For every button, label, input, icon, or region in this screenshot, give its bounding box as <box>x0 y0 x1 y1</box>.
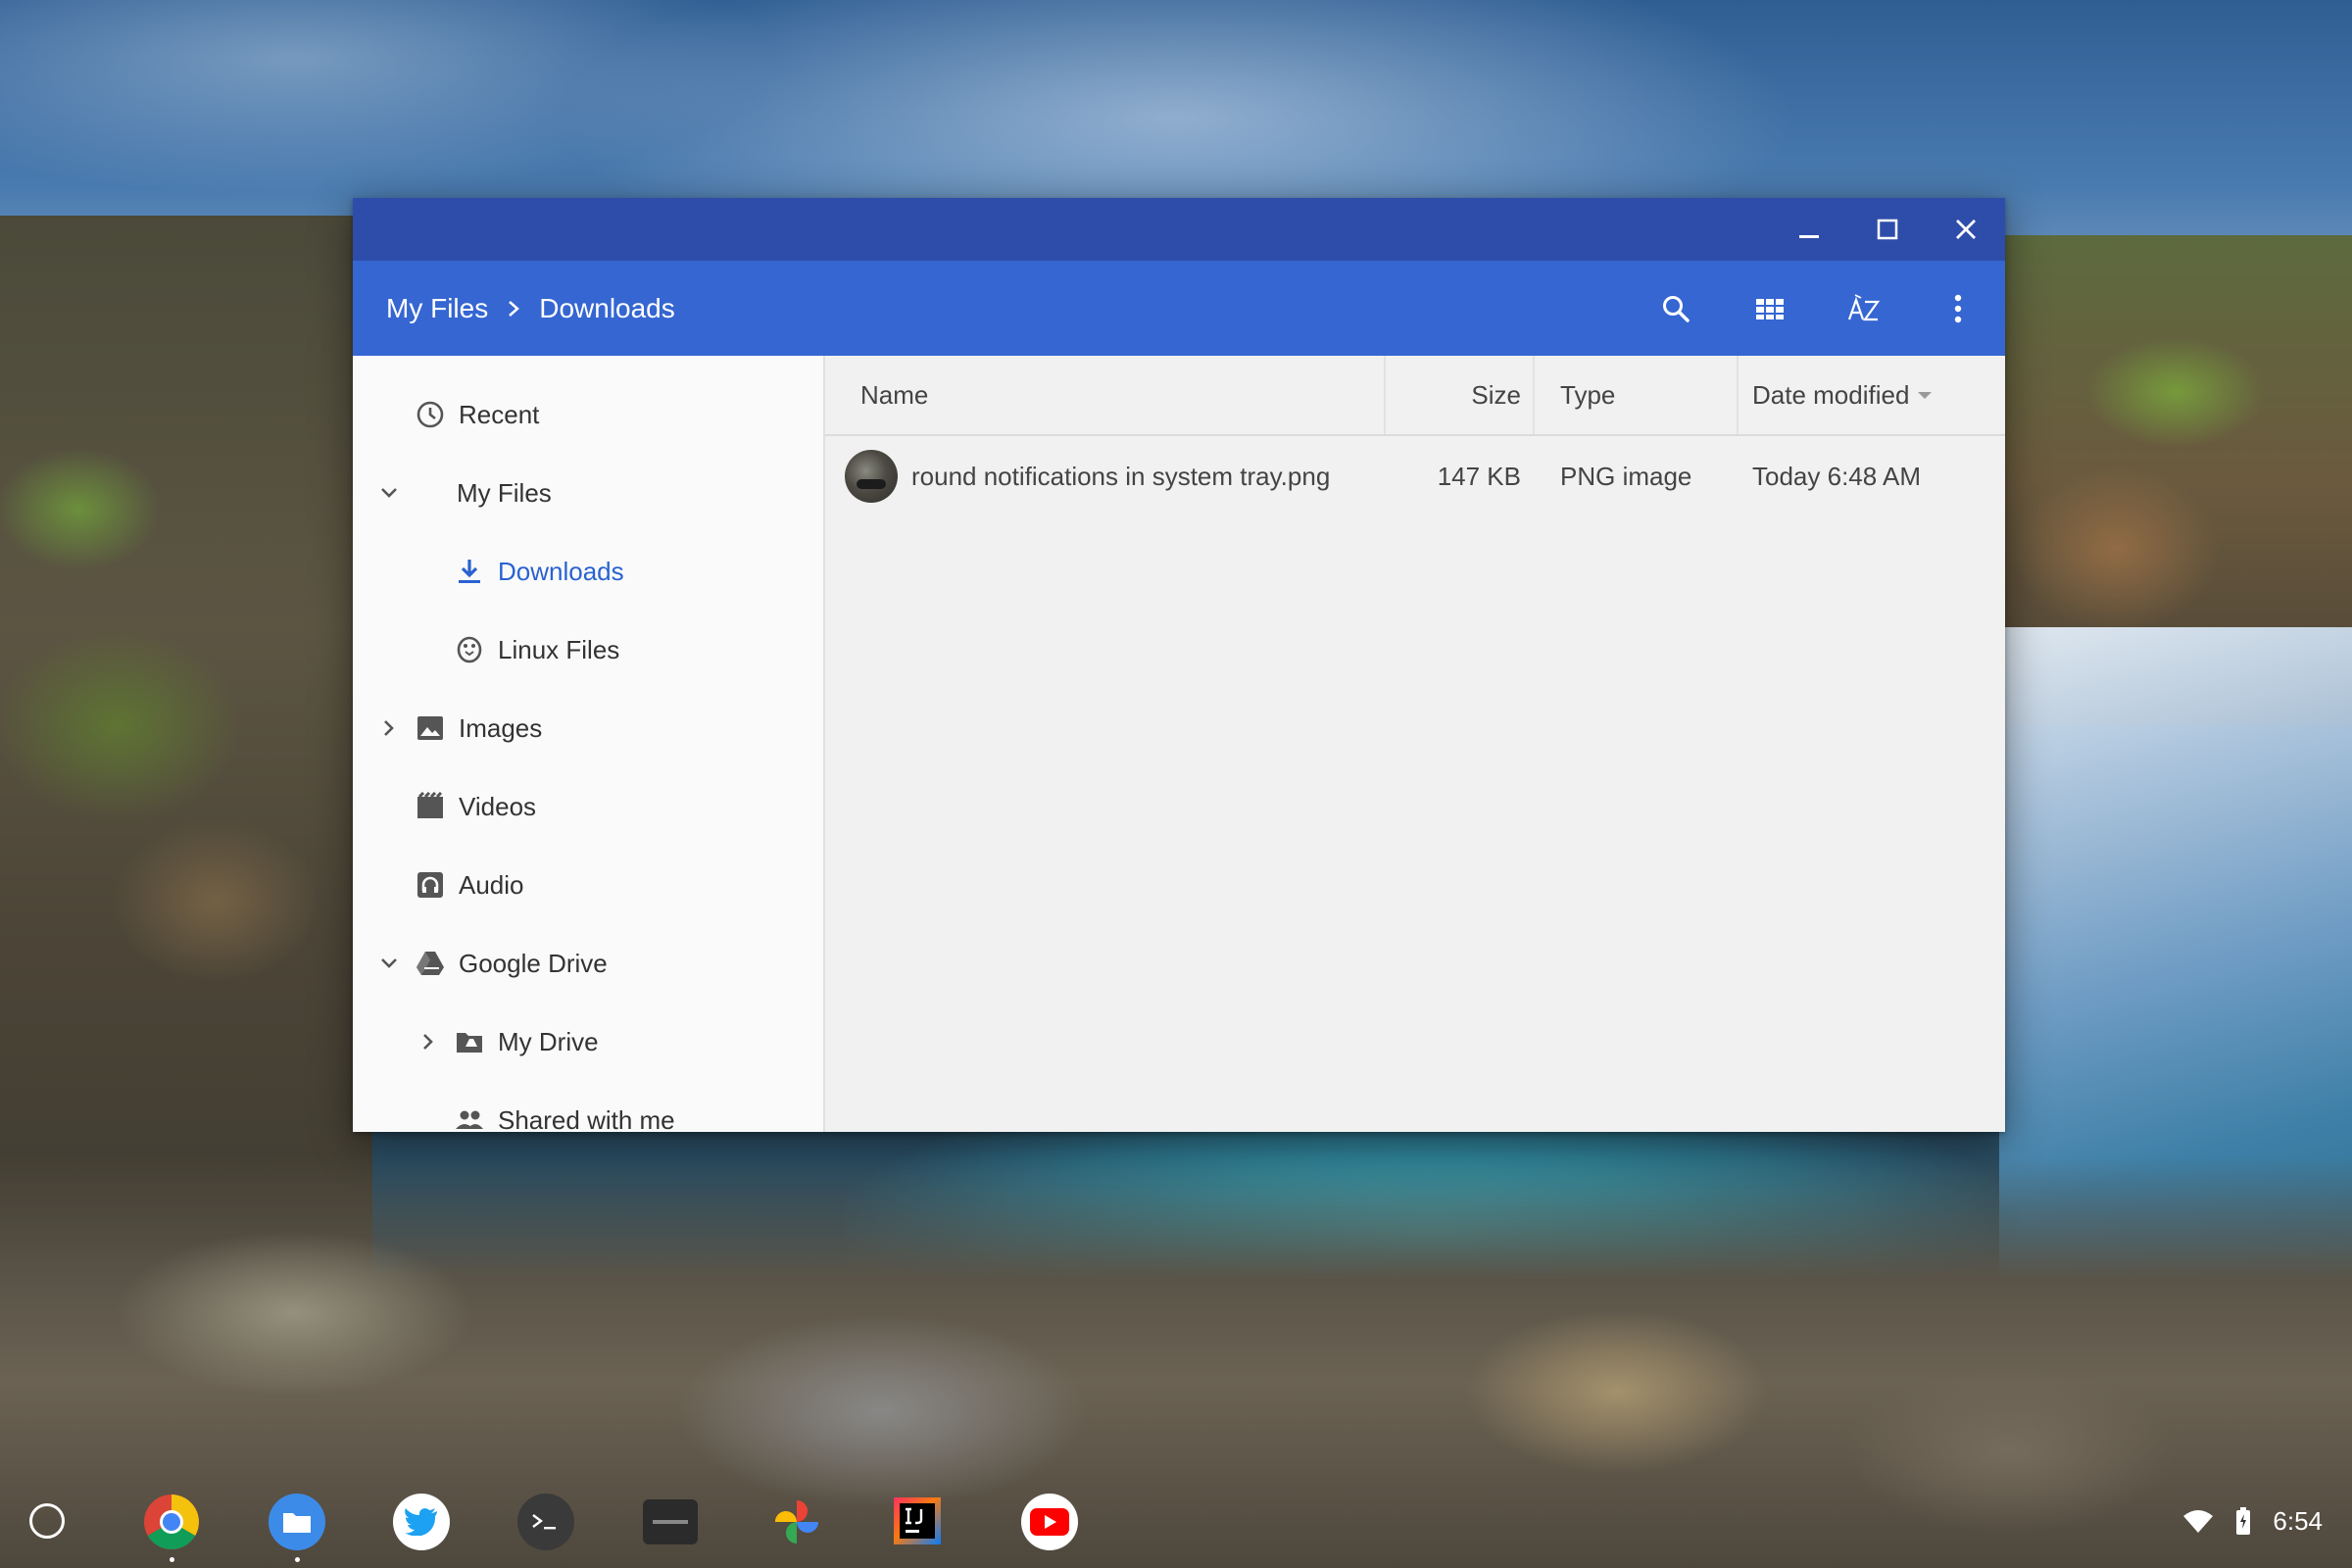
file-date: Today 6:48 AM <box>1752 461 1921 491</box>
grid-view-button[interactable] <box>1723 261 1817 356</box>
sidebar-item-label: My Drive <box>498 1026 599 1056</box>
image-icon <box>414 711 447 745</box>
chevron-right-icon[interactable] <box>414 1027 443 1056</box>
sidebar-item-label: Shared with me <box>498 1104 675 1133</box>
file-name: round notifications in system tray.png <box>911 461 1331 491</box>
headphones-icon <box>414 868 447 902</box>
column-header-name[interactable]: Name <box>860 356 928 434</box>
toolbar-actions <box>1629 261 2005 356</box>
file-list: Name Size Type Date modified round notif… <box>825 356 2005 1132</box>
maximize-icon <box>1877 219 1898 240</box>
chevron-down-icon[interactable] <box>374 949 404 978</box>
terminal-icon[interactable] <box>517 1494 574 1550</box>
sidebar-item-images[interactable]: Images <box>374 689 542 767</box>
wifi-icon <box>2182 1508 2214 1534</box>
breadcrumb-downloads[interactable]: Downloads <box>539 293 675 324</box>
file-size: 147 KB <box>1437 461 1521 491</box>
file-type: PNG image <box>1560 461 1692 491</box>
column-divider[interactable] <box>1737 356 1739 434</box>
drive-icon <box>414 947 447 980</box>
penguin-icon <box>453 633 486 666</box>
sidebar-item-label: Videos <box>459 791 537 821</box>
sidebar-item-linux-files[interactable]: Linux Files <box>453 611 619 689</box>
sidebar-item-recent[interactable]: Recent <box>414 375 539 454</box>
battery-charging-icon <box>2235 1507 2251 1535</box>
drive-folder-icon <box>453 1025 486 1058</box>
sidebar-item-downloads[interactable]: Downloads <box>453 532 624 611</box>
sort-button[interactable] <box>1817 261 1911 356</box>
file-name-cell: round notifications in system tray.png <box>845 436 1330 516</box>
sidebar-item-shared-with-me[interactable]: Shared with me <box>453 1081 675 1132</box>
running-indicator <box>295 1557 300 1562</box>
search-icon <box>1663 295 1690 322</box>
minimize-button[interactable] <box>1770 198 1848 261</box>
close-icon <box>1956 220 1976 239</box>
running-indicator <box>170 1557 174 1562</box>
clock-icon <box>414 398 447 431</box>
more-options-button[interactable] <box>1911 261 2005 356</box>
sidebar-item-label: Downloads <box>498 556 624 586</box>
file-row[interactable]: round notifications in system tray.png 1… <box>825 436 2005 516</box>
launcher-button[interactable] <box>29 1503 65 1539</box>
sidebar-item-videos[interactable]: Videos <box>414 767 536 846</box>
chevron-right-icon[interactable] <box>374 713 404 743</box>
chevron-down-icon[interactable] <box>374 478 404 508</box>
sidebar-item-label: Linux Files <box>498 634 620 664</box>
column-header-date[interactable]: Date modified <box>1752 356 1933 434</box>
video-icon <box>414 790 447 823</box>
breadcrumb-my-files[interactable]: My Files <box>386 293 488 324</box>
people-icon <box>453 1103 486 1132</box>
chrome-icon[interactable] <box>143 1494 200 1550</box>
navigation-sidebar: Recent My Files Downloads Linux Files Im… <box>353 356 825 1132</box>
files-icon[interactable] <box>269 1494 325 1550</box>
column-header-type[interactable]: Type <box>1560 356 1615 434</box>
sort-desc-icon <box>1917 390 1933 400</box>
terminal-beta-icon[interactable] <box>643 1499 698 1544</box>
window-titlebar[interactable] <box>353 198 2005 261</box>
intellij-icon[interactable] <box>894 1497 941 1544</box>
sidebar-item-google-drive[interactable]: Google Drive <box>374 924 608 1003</box>
more-vert-icon <box>1954 294 1962 322</box>
close-button[interactable] <box>1927 198 2005 261</box>
minimize-icon <box>1799 235 1819 238</box>
sidebar-item-label: Audio <box>459 869 524 900</box>
youtube-icon[interactable] <box>1021 1494 1078 1550</box>
chevron-right-icon <box>506 299 521 318</box>
list-header: Name Size Type Date modified <box>825 356 2005 436</box>
sidebar-item-label: Images <box>459 712 543 743</box>
maximize-button[interactable] <box>1848 198 1927 261</box>
sidebar-item-audio[interactable]: Audio <box>414 846 524 924</box>
clock-time: 6:54 <box>2273 1505 2323 1536</box>
shelf: 6:54 <box>0 1474 2352 1568</box>
column-header-size[interactable]: Size <box>1384 356 1521 434</box>
sort-az-icon <box>1847 293 1881 320</box>
photos-icon[interactable] <box>768 1494 825 1550</box>
column-divider[interactable] <box>1533 356 1535 434</box>
breadcrumb: My Files Downloads <box>386 261 675 356</box>
image-thumbnail <box>845 450 898 503</box>
files-app-window: My Files Downloads Recent My Files Downl… <box>353 198 2005 1132</box>
sidebar-item-my-drive[interactable]: My Drive <box>414 1003 599 1081</box>
window-controls <box>1770 198 2005 261</box>
grid-view-icon <box>1756 298 1784 319</box>
sidebar-item-label: Recent <box>459 399 540 429</box>
status-tray[interactable]: 6:54 <box>2182 1474 2352 1568</box>
download-icon <box>453 555 486 588</box>
sidebar-item-label: My Files <box>457 477 552 508</box>
twitter-icon[interactable] <box>393 1494 450 1550</box>
sidebar-item-my-files[interactable]: My Files <box>374 454 552 532</box>
search-button[interactable] <box>1629 261 1723 356</box>
sidebar-item-label: Google Drive <box>459 948 608 978</box>
column-header-date-label: Date modified <box>1752 379 1910 410</box>
app-toolbar: My Files Downloads <box>353 261 2005 356</box>
